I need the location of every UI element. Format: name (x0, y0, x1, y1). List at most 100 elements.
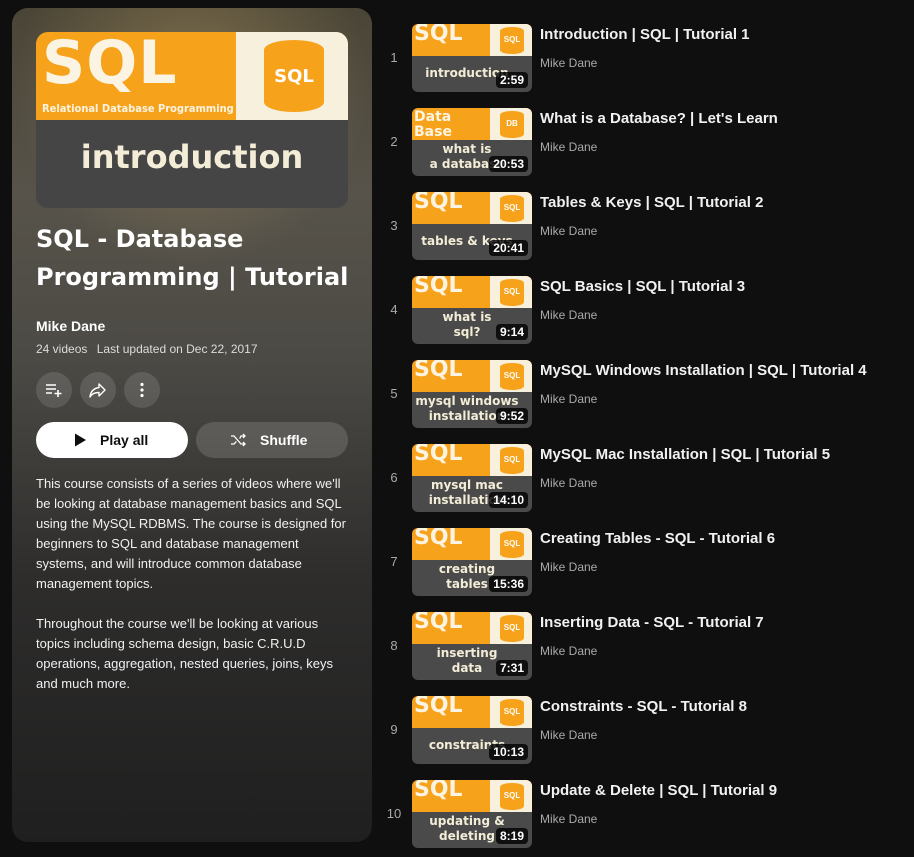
video-title[interactable]: Constraints - SQL - Tutorial 8 (540, 698, 900, 715)
video-channel[interactable]: Mike Dane (540, 392, 597, 406)
video-index: 4 (390, 302, 398, 317)
thumb-can-label: SQL (503, 707, 521, 716)
video-thumbnail[interactable]: SQL SQL introduction 2:59 (412, 24, 532, 92)
playlist-header-panel: SQL Relational Database Programming SQL … (12, 8, 372, 842)
video-index: 7 (390, 554, 398, 569)
cover-logo-text: SQL (42, 32, 178, 98)
video-title[interactable]: Update & Delete | SQL | Tutorial 9 (540, 782, 900, 799)
share-icon (89, 383, 106, 398)
video-list-item[interactable]: 1 SQL SQL introduction 2:59 Introduction… (384, 8, 904, 92)
video-duration-badge: 20:53 (489, 156, 528, 172)
database-can-icon: SQL (500, 195, 524, 222)
video-channel[interactable]: Mike Dane (540, 560, 597, 574)
video-thumbnail[interactable]: SQL SQL creating tables 15:36 (412, 528, 532, 596)
video-thumbnail[interactable]: Data Base DB what is a database 20:53 (412, 108, 532, 176)
playlist-description: This course consists of a series of vide… (36, 476, 346, 591)
database-can-icon: DB (500, 111, 524, 138)
playlist-add-icon (46, 384, 62, 397)
thumb-caption-line-1: what is (442, 310, 492, 324)
video-list-item[interactable]: 9 SQL SQL constraints 10:13 Constraints … (384, 680, 904, 764)
video-list-item[interactable]: 8 SQL SQL inserting data 7:31 Inserting … (384, 596, 904, 680)
last-updated: Last updated on Dec 22, 2017 (96, 342, 258, 356)
database-can-icon: SQL (500, 699, 524, 726)
playlist-author[interactable]: Mike Dane (36, 318, 105, 334)
thumb-can-label: SQL (503, 203, 521, 212)
video-thumbnail[interactable]: SQL SQL what is sql? 9:14 (412, 276, 532, 344)
video-thumbnail[interactable]: SQL SQL inserting data 7:31 (412, 612, 532, 680)
video-title[interactable]: Inserting Data - SQL - Tutorial 7 (540, 614, 900, 631)
database-can-icon: SQL (500, 531, 524, 558)
thumb-can-label: SQL (503, 371, 521, 380)
database-can-icon: SQL (500, 615, 524, 642)
video-index: 9 (390, 722, 398, 737)
video-channel[interactable]: Mike Dane (540, 476, 597, 490)
thumb-caption-line-1: creating (438, 562, 496, 576)
video-count: 24 videos (36, 342, 88, 356)
video-list-item[interactable]: 6 SQL SQL mysql mac installation 14:10 M… (384, 428, 904, 512)
video-channel[interactable]: Mike Dane (540, 224, 597, 238)
thumb-logo-text: SQL (414, 24, 463, 46)
video-list-item[interactable]: 2 Data Base DB what is a database 20:53 … (384, 92, 904, 176)
video-thumbnail[interactable]: SQL SQL constraints 10:13 (412, 696, 532, 764)
thumb-logo-text: SQL (414, 612, 463, 634)
video-index: 10 (386, 806, 402, 821)
video-channel[interactable]: Mike Dane (540, 728, 597, 742)
play-icon (75, 433, 86, 447)
more-vert-icon (140, 382, 144, 398)
video-channel[interactable]: Mike Dane (540, 644, 597, 658)
video-channel[interactable]: Mike Dane (540, 812, 597, 826)
thumb-caption-line-1: mysql windows (415, 394, 519, 408)
more-actions-button[interactable] (124, 372, 160, 408)
cover-logo-subtitle: Relational Database Programming (42, 102, 234, 115)
video-channel[interactable]: Mike Dane (540, 56, 597, 70)
shuffle-label: Shuffle (260, 432, 308, 448)
thumb-caption-line-1: mysql mac (430, 478, 504, 492)
play-all-label: Play all (100, 432, 149, 448)
playlist-description-2: Throughout the course we'll be looking a… (36, 616, 334, 691)
video-title[interactable]: Introduction | SQL | Tutorial 1 (540, 26, 900, 43)
video-list-item[interactable]: 4 SQL SQL what is sql? 9:14 SQL Basics |… (384, 260, 904, 344)
video-duration-badge: 10:13 (489, 744, 528, 760)
video-title[interactable]: MySQL Mac Installation | SQL | Tutorial … (540, 446, 900, 463)
database-can-icon: SQL (500, 27, 524, 54)
video-index: 3 (390, 218, 398, 233)
thumb-can-label: DB (506, 119, 518, 128)
video-title[interactable]: Tables & Keys | SQL | Tutorial 2 (540, 194, 900, 211)
video-thumbnail[interactable]: SQL SQL tables & keys 20:41 (412, 192, 532, 260)
save-to-playlist-button[interactable] (36, 372, 72, 408)
video-duration-badge: 7:31 (495, 660, 528, 676)
thumb-logo-text: SQL (414, 444, 463, 466)
thumb-logo-text: SQL (414, 780, 463, 802)
playlist-cover-thumbnail[interactable]: SQL Relational Database Programming SQL … (36, 32, 348, 208)
database-can-icon: SQL (500, 447, 524, 474)
video-title[interactable]: What is a Database? | Let's Learn (540, 110, 900, 127)
video-channel[interactable]: Mike Dane (540, 140, 597, 154)
shuffle-button[interactable]: Shuffle (196, 422, 348, 458)
video-title[interactable]: MySQL Windows Installation | SQL | Tutor… (540, 362, 900, 379)
thumb-logo-text: SQL (414, 360, 463, 382)
video-list-item[interactable]: 3 SQL SQL tables & keys 20:41 Tables & K… (384, 176, 904, 260)
video-index: 8 (390, 638, 398, 653)
video-list-item[interactable]: 5 SQL SQL mysql windows installation 9:5… (384, 344, 904, 428)
video-title[interactable]: SQL Basics | SQL | Tutorial 3 (540, 278, 900, 295)
video-duration-badge: 8:19 (495, 828, 528, 844)
database-can-icon: SQL (500, 783, 524, 810)
video-thumbnail[interactable]: SQL SQL updating & deleting 8:19 (412, 780, 532, 848)
thumb-logo-text: SQL (414, 276, 463, 298)
thumb-can-label: SQL (503, 35, 521, 44)
video-list-item[interactable]: 10 SQL SQL updating & deleting 8:19 Upda… (384, 764, 904, 848)
video-index: 5 (390, 386, 398, 401)
video-index: 1 (390, 50, 398, 65)
can-label: SQL (274, 66, 314, 87)
thumb-caption-line-1: inserting (436, 646, 498, 660)
play-all-button[interactable]: Play all (36, 422, 188, 458)
thumb-logo-text: SQL (414, 192, 463, 214)
video-title[interactable]: Creating Tables - SQL - Tutorial 6 (540, 530, 900, 547)
video-channel[interactable]: Mike Dane (540, 308, 597, 322)
video-list-item[interactable]: 7 SQL SQL creating tables 15:36 Creating… (384, 512, 904, 596)
video-thumbnail[interactable]: SQL SQL mysql windows installation 9:52 (412, 360, 532, 428)
video-thumbnail[interactable]: SQL SQL mysql mac installation 14:10 (412, 444, 532, 512)
share-button[interactable] (80, 372, 116, 408)
database-can-icon: SQL (500, 363, 524, 390)
thumb-can-label: SQL (503, 287, 521, 296)
